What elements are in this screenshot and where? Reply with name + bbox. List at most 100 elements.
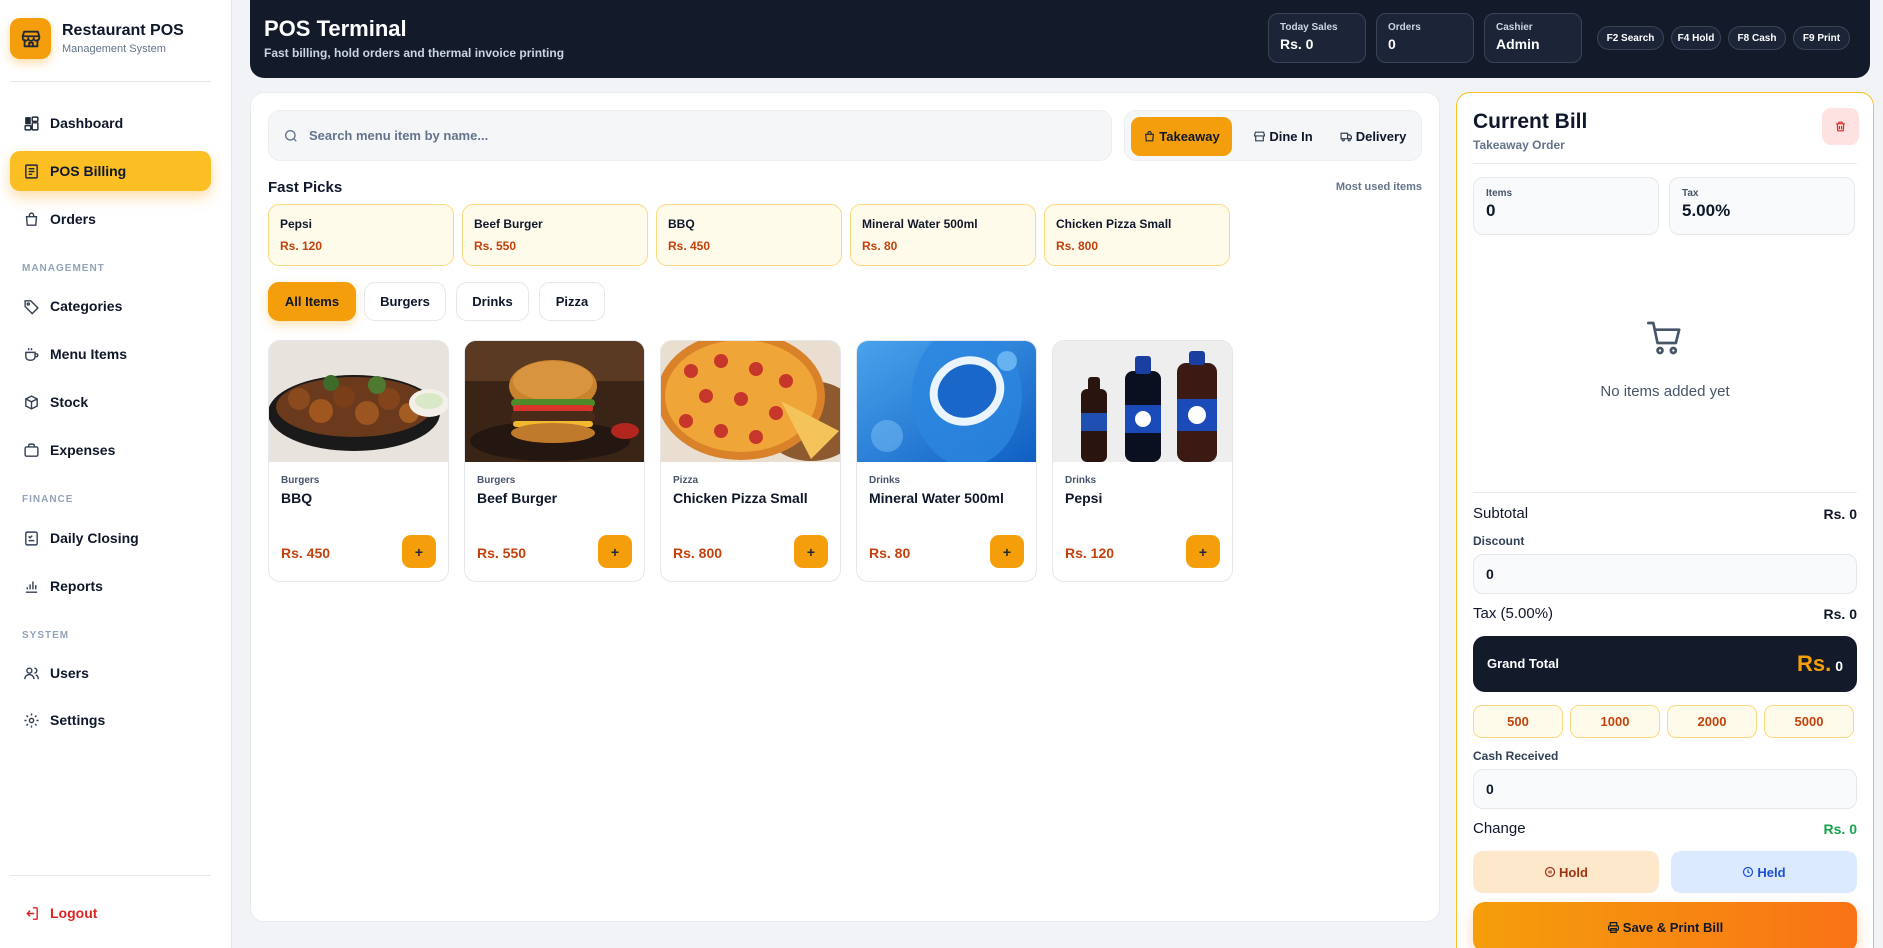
checklist-icon — [22, 529, 40, 547]
product-card[interactable]: Burgers BBQ Rs. 450 + — [268, 340, 449, 582]
fast-pick-item[interactable]: Pepsi Rs. 120 — [268, 204, 454, 266]
add-to-cart-button[interactable]: + — [794, 535, 828, 568]
quick-cash-5000[interactable]: 5000 — [1764, 705, 1854, 738]
discount-label: Discount — [1473, 534, 1525, 548]
grand-total-currency: Rs. — [1796, 651, 1832, 676]
pause-icon — [1544, 866, 1556, 878]
stat-label: Orders — [1388, 22, 1421, 33]
tag-icon — [22, 297, 40, 315]
subtotal-row: Subtotal Rs. 0 — [1473, 505, 1857, 522]
product-price: Rs. 550 — [477, 545, 527, 561]
sidebar-item-reports[interactable]: Reports — [10, 566, 211, 606]
sidebar-item-expenses[interactable]: Expenses — [10, 430, 211, 470]
sidebar: Restaurant POS Management System Dashboa… — [0, 0, 232, 948]
sidebar-item-label: POS Billing — [50, 163, 127, 179]
product-card[interactable]: Drinks Pepsi Rs. 120 + — [1052, 340, 1233, 582]
fast-pick-item[interactable]: Beef Burger Rs. 550 — [462, 204, 648, 266]
bill-title: Current Bill — [1473, 110, 1588, 133]
cash-received-input[interactable] — [1473, 769, 1857, 809]
sidebar-item-daily-closing[interactable]: Daily Closing — [10, 518, 211, 558]
clock-icon — [1742, 866, 1754, 878]
stat-value: 0 — [1388, 36, 1396, 52]
category-drinks[interactable]: Drinks — [456, 282, 529, 321]
shortcut-cash[interactable]: F8 Cash — [1728, 26, 1786, 50]
product-price: Rs. 800 — [673, 545, 723, 561]
bill-subtitle: Takeaway Order — [1473, 138, 1565, 152]
brand-title: Restaurant POS — [62, 22, 184, 39]
shortcut-search[interactable]: F2 Search — [1597, 26, 1664, 50]
held-label: Held — [1757, 864, 1786, 880]
fast-pick-item[interactable]: Mineral Water 500ml Rs. 80 — [850, 204, 1036, 266]
sidebar-item-label: Dashboard — [50, 115, 124, 131]
grand-total-amount: 0 — [1835, 658, 1843, 674]
tax-value: 5.00% — [1682, 201, 1731, 220]
product-category: Drinks — [869, 475, 901, 486]
save-print-button[interactable]: Save & Print Bill — [1473, 902, 1857, 948]
fast-pick-price: Rs. 80 — [862, 239, 898, 253]
held-orders-button[interactable]: Held — [1671, 851, 1857, 893]
divider — [1473, 492, 1857, 493]
sidebar-item-dashboard[interactable]: Dashboard — [10, 103, 211, 143]
pizza-image — [661, 341, 840, 462]
order-type-selector: Takeaway Dine In Delivery — [1124, 110, 1422, 161]
divider — [10, 81, 211, 82]
add-to-cart-button[interactable]: + — [1186, 535, 1220, 568]
quick-cash-2000[interactable]: 2000 — [1667, 705, 1757, 738]
stat-value: Admin — [1496, 36, 1540, 52]
sidebar-item-pos-billing[interactable]: POS Billing — [10, 151, 211, 191]
section-system: SYSTEM — [22, 630, 70, 641]
product-card[interactable]: Burgers Beef Burger Rs. 550 + — [464, 340, 645, 582]
sidebar-item-categories[interactable]: Categories — [10, 286, 211, 326]
discount-input[interactable] — [1473, 554, 1857, 594]
add-to-cart-button[interactable]: + — [990, 535, 1024, 568]
order-type-label: Dine In — [1269, 129, 1313, 144]
stat-label: Cashier — [1496, 22, 1533, 33]
clear-bill-button[interactable] — [1822, 108, 1859, 145]
product-name: BBQ — [281, 490, 313, 506]
fast-pick-name: Mineral Water 500ml — [862, 217, 978, 231]
quick-cash-500[interactable]: 500 — [1473, 705, 1563, 738]
bbq-image — [269, 341, 448, 462]
tax-label: Tax — [1682, 188, 1699, 199]
hold-button[interactable]: Hold — [1473, 851, 1659, 893]
category-burgers[interactable]: Burgers — [364, 282, 446, 321]
product-name: Chicken Pizza Small — [673, 490, 808, 506]
add-to-cart-button[interactable]: + — [402, 535, 436, 568]
add-to-cart-button[interactable]: + — [598, 535, 632, 568]
product-card[interactable]: Drinks Mineral Water 500ml Rs. 80 + — [856, 340, 1037, 582]
water-bottle-image — [857, 341, 1036, 462]
order-type-delivery[interactable]: Delivery — [1329, 117, 1417, 156]
header: POS Terminal Fast billing, hold orders a… — [250, 0, 1870, 78]
category-pizza[interactable]: Pizza — [539, 282, 605, 321]
items-label: Items — [1486, 188, 1513, 199]
order-type-takeaway[interactable]: Takeaway — [1131, 117, 1232, 156]
category-all-items[interactable]: All Items — [268, 282, 356, 321]
order-type-dine-in[interactable]: Dine In — [1239, 117, 1327, 156]
stat-today-sales: Today Sales Rs. 0 — [1268, 13, 1366, 63]
bag-icon — [1143, 130, 1156, 143]
fast-pick-item[interactable]: Chicken Pizza Small Rs. 800 — [1044, 204, 1230, 266]
logout-icon — [22, 904, 40, 922]
sidebar-item-stock[interactable]: Stock — [10, 382, 211, 422]
product-category: Pizza — [673, 475, 699, 486]
fast-pick-item[interactable]: BBQ Rs. 450 — [656, 204, 842, 266]
sidebar-item-users[interactable]: Users — [10, 653, 211, 693]
burger-image — [465, 341, 644, 462]
logout-button[interactable]: Logout — [10, 893, 211, 933]
shortcut-hold[interactable]: F4 Hold — [1671, 26, 1721, 50]
users-icon — [22, 664, 40, 682]
grand-total-label: Grand Total — [1487, 656, 1559, 671]
sidebar-item-menu-items[interactable]: Menu Items — [10, 334, 211, 374]
search-input[interactable] — [309, 128, 1089, 143]
shortcut-print[interactable]: F9 Print — [1793, 26, 1850, 50]
sidebar-item-orders[interactable]: Orders — [10, 199, 211, 239]
product-category: Drinks — [1065, 475, 1097, 486]
page-title: POS Terminal — [264, 16, 407, 41]
fast-pick-price: Rs. 450 — [668, 239, 711, 253]
quick-cash-1000[interactable]: 1000 — [1570, 705, 1660, 738]
sidebar-item-settings[interactable]: Settings — [10, 700, 211, 740]
cup-icon — [22, 345, 40, 363]
stat-orders: Orders 0 — [1376, 13, 1474, 63]
product-card[interactable]: Pizza Chicken Pizza Small Rs. 800 + — [660, 340, 841, 582]
menu-panel: Takeaway Dine In Delivery Fast Picks Mos… — [250, 92, 1440, 922]
